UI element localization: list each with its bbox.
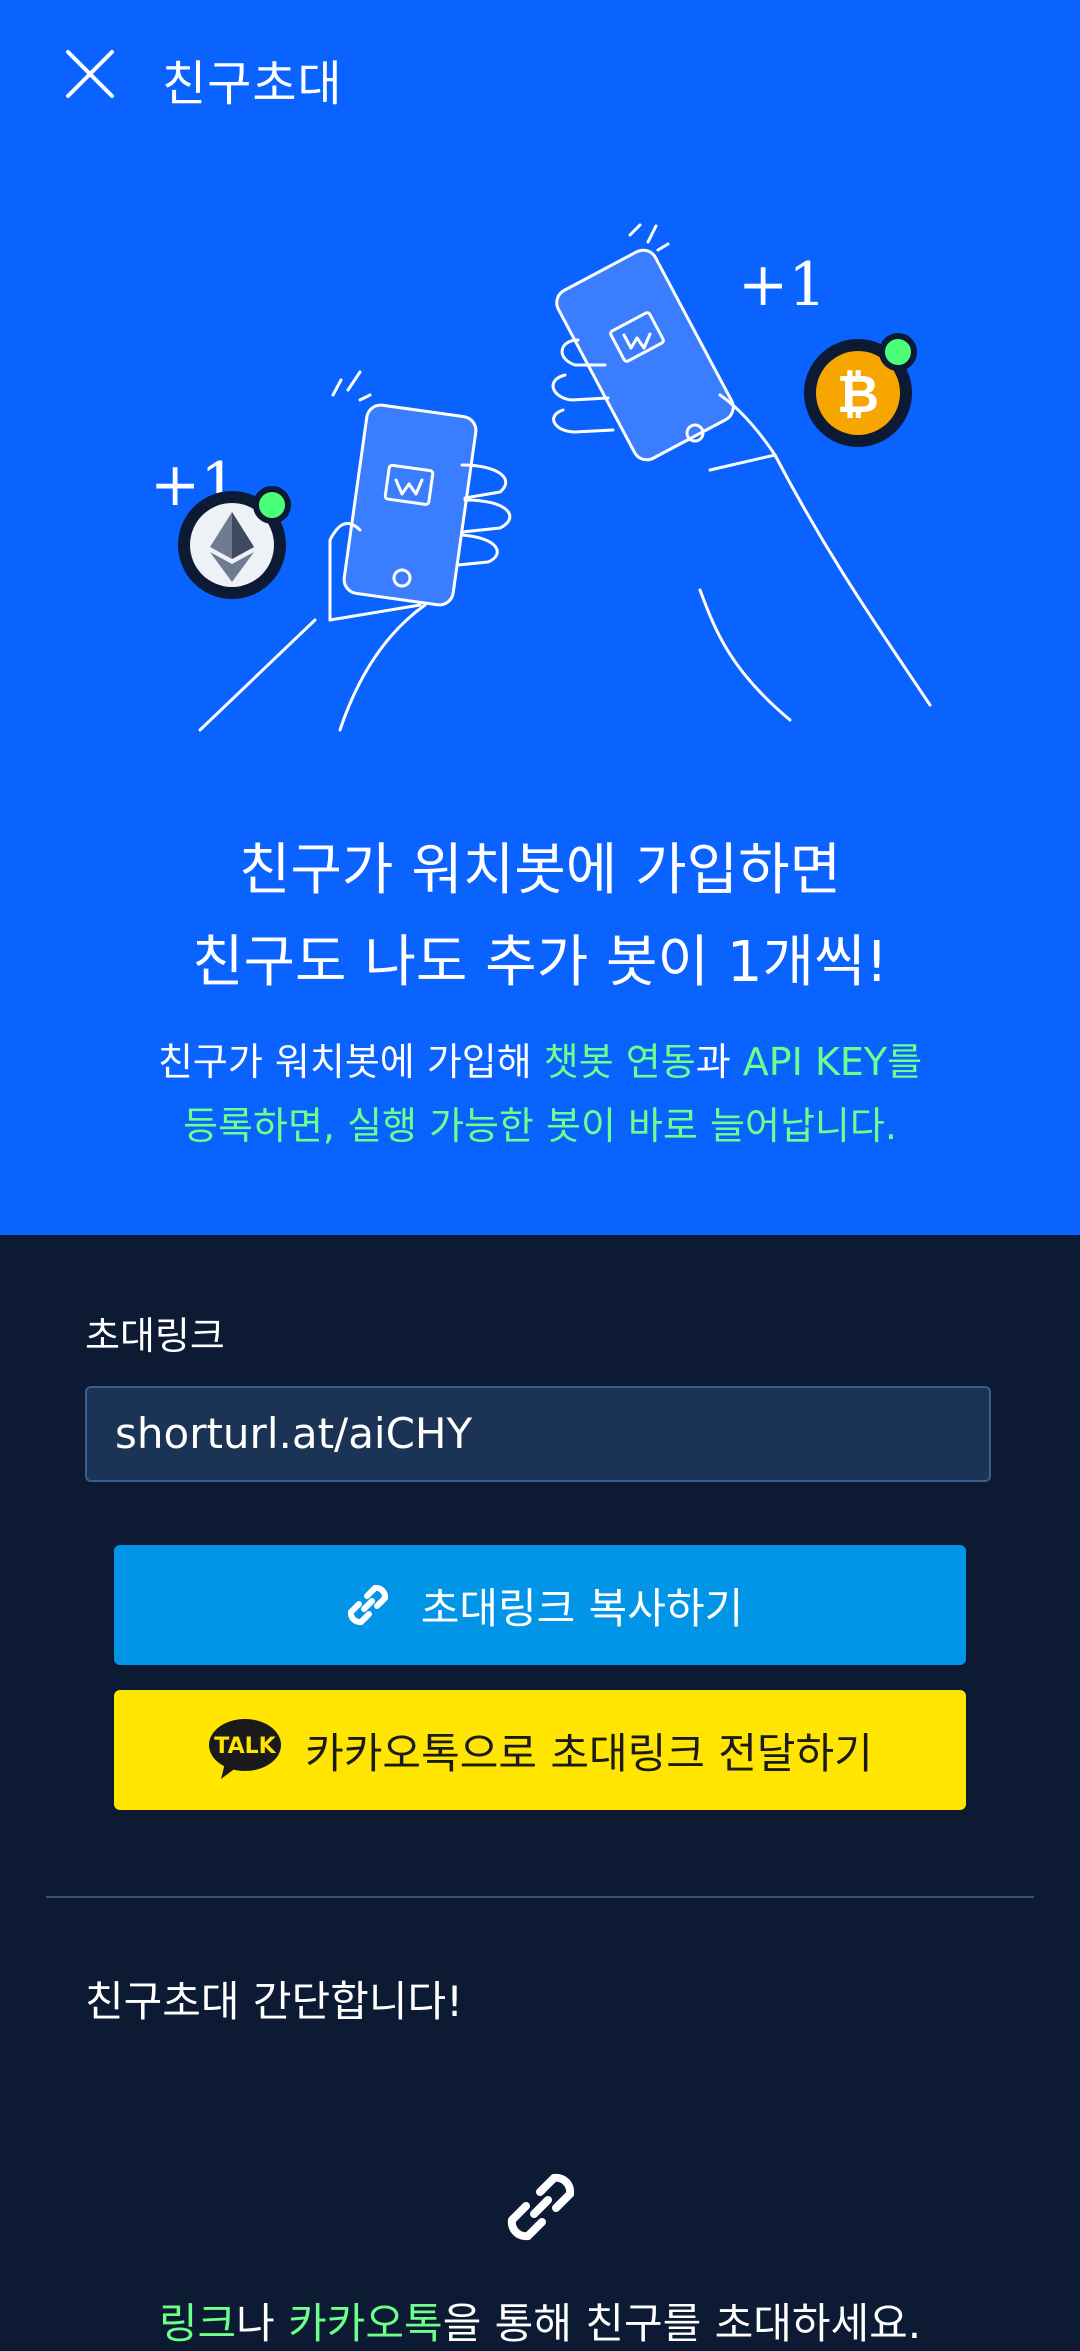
- invite-link-field[interactable]: shorturl.at/aiCHY: [85, 1386, 991, 1482]
- guide-title: 친구초대 간단합니다!: [85, 1977, 463, 2026]
- copy-link-button[interactable]: 초대링크 복사하기: [114, 1545, 966, 1665]
- svg-text:TALK: TALK: [214, 1734, 276, 1759]
- kakaotalk-icon: TALK: [207, 1717, 283, 1783]
- guide-step-text: 링크나 카카오톡을 통해 친구를 초대하세요.: [158, 2299, 922, 2348]
- divider: [46, 1896, 1034, 1898]
- link-icon: [507, 2173, 575, 2241]
- right-plus-one: +1: [738, 250, 826, 320]
- link-icon: [337, 1574, 399, 1636]
- hero-headline: 친구가 워치봇에 가입하면 친구도 나도 추가 봇이 1개씩!: [191, 838, 888, 995]
- hero-subtext: 친구가 워치봇에 가입해 챗봇 연동과 API KEY를 등록하면, 실행 가능…: [157, 1040, 923, 1148]
- page-title: 친구초대: [162, 56, 343, 112]
- kakao-share-button[interactable]: TALK 카카오톡으로 초대링크 전달하기: [114, 1690, 966, 1810]
- invite-illustration: +1 +1 ₿: [150, 223, 932, 732]
- svg-text:₿: ₿: [837, 365, 879, 425]
- hero-section: 친구초대 +1 +1 ₿ 친구가 워치봇에 가입하면 친구도 나도 추가 봇이 …: [0, 0, 1080, 1235]
- bitcoin-icon: ₿: [804, 333, 917, 447]
- invite-link-label: 초대링크: [85, 1314, 225, 1358]
- close-button[interactable]: [62, 46, 118, 102]
- close-icon: [66, 50, 114, 98]
- top-bar: 친구초대: [0, 0, 1080, 150]
